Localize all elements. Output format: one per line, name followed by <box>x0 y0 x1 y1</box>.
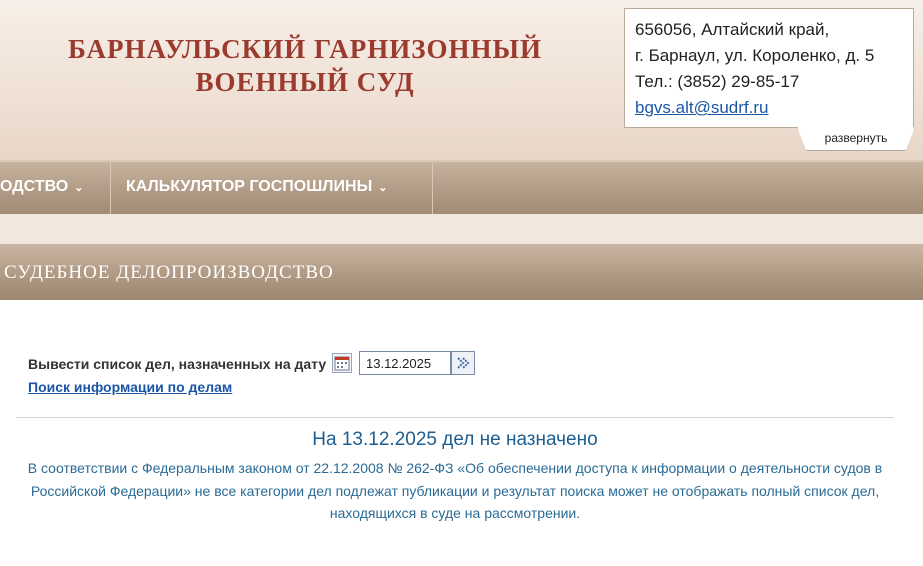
section-header: СУДЕБНОЕ ДЕЛОПРОИЗВОДСТВО <box>0 244 923 300</box>
court-name-line1: БАРНАУЛЬСКИЙ ГАРНИЗОННЫЙ <box>68 34 542 64</box>
result-disclaimer: В соответствии с Федеральным законом от … <box>27 460 883 521</box>
email-link[interactable]: bgvs.alt@sudrf.ru <box>635 98 768 117</box>
date-input[interactable] <box>359 351 451 375</box>
nav-divider <box>110 162 111 214</box>
chevron-down-icon: ⌄ <box>74 182 84 194</box>
address-line2: г. Барнаул, ул. Короленко, д. 5 <box>635 46 875 65</box>
search-go-button[interactable] <box>451 351 475 375</box>
date-filter-label: Вывести список дел, назначенных на дату <box>28 356 327 372</box>
separator-stripe <box>0 214 923 244</box>
section-title: СУДЕБНОЕ ДЕЛОПРОИЗВОДСТВО <box>4 262 334 283</box>
divider <box>16 417 894 418</box>
contact-box: 656056, Алтайский край, г. Барнаул, ул. … <box>624 8 914 128</box>
arrow-right-icon <box>457 357 470 369</box>
main-nav: ОДСТВО ⌄ КАЛЬКУЛЯТОР ГОСПОШЛИНЫ ⌄ <box>0 160 923 216</box>
expand-contacts-button[interactable]: развернуть <box>797 127 915 151</box>
phone-text: Тел.: (3852) 29-85-17 <box>635 72 800 91</box>
nav-item-label: КАЛЬКУЛЯТОР ГОСПОШЛИНЫ <box>126 178 373 195</box>
court-name-line2: ВОЕННЫЙ СУД <box>195 67 415 97</box>
site-header: БАРНАУЛЬСКИЙ ГАРНИЗОННЫЙ ВОЕННЫЙ СУД 656… <box>0 0 923 160</box>
nav-item-fee-calculator[interactable]: КАЛЬКУЛЯТОР ГОСПОШЛИНЫ ⌄ <box>126 162 387 214</box>
court-name[interactable]: БАРНАУЛЬСКИЙ ГАРНИЗОННЫЙ ВОЕННЫЙ СУД <box>40 33 570 99</box>
nav-divider <box>432 162 433 214</box>
address-line1: 656056, Алтайский край, <box>635 20 830 39</box>
nav-item-label: ОДСТВО <box>0 178 69 195</box>
result-title: На 13.12.2025 дел не назначено <box>312 429 598 450</box>
nav-item-proceedings[interactable]: ОДСТВО ⌄ <box>0 162 83 214</box>
case-search-link[interactable]: Поиск информации по делам <box>28 379 232 395</box>
calendar-icon[interactable] <box>332 353 352 373</box>
chevron-down-icon: ⌄ <box>378 182 388 194</box>
